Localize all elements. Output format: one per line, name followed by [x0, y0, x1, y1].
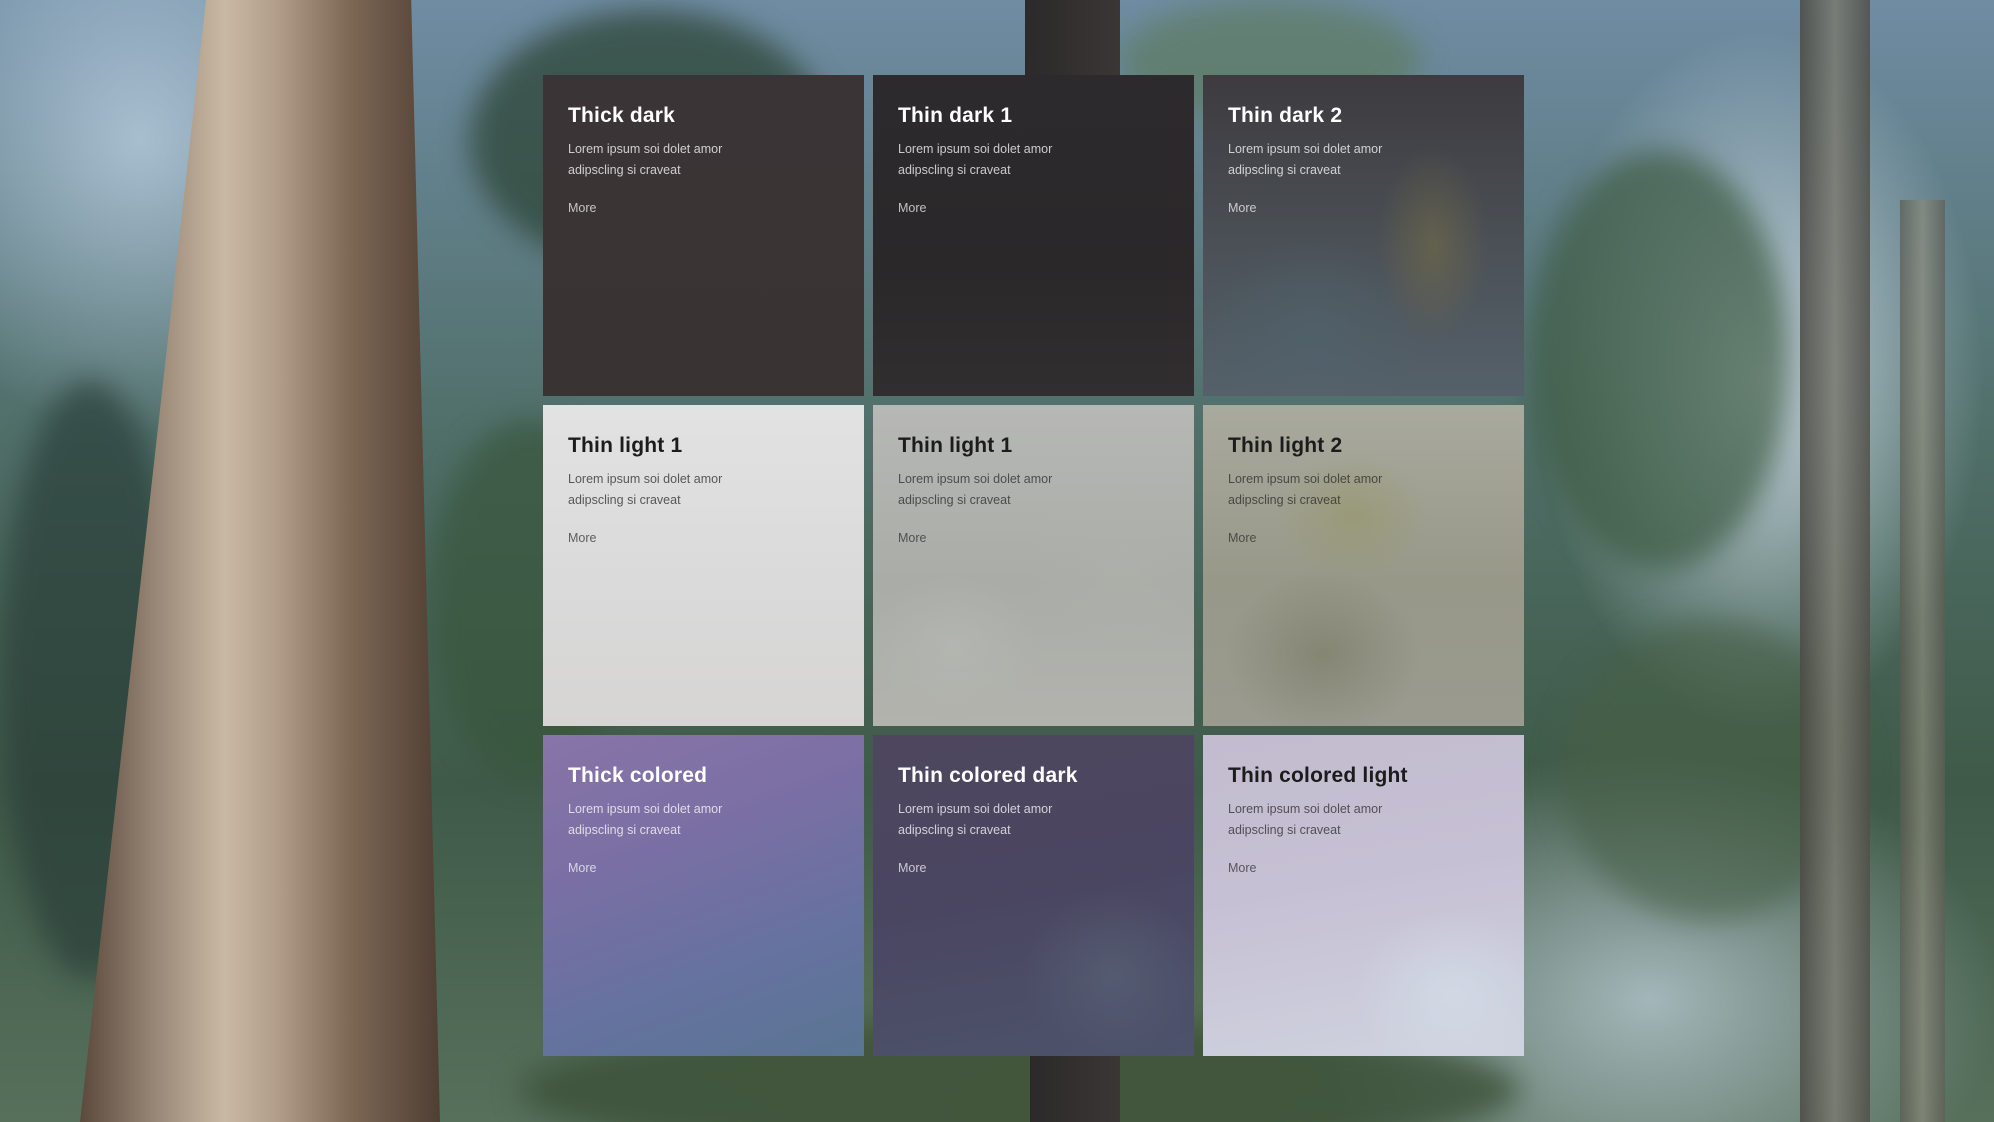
more-link[interactable]: More — [568, 201, 596, 215]
tile-title: Thin dark 2 — [1228, 104, 1343, 127]
foliage-decor — [1530, 150, 1790, 570]
tile-body: Lorem ipsum soi dolet amor adipscling si… — [1228, 142, 1383, 177]
tile-thin-dark-1: Thin dark 1 Lorem ipsum soi dolet amor a… — [873, 75, 1194, 396]
tile-title: Thin light 1 — [898, 434, 1013, 457]
tile-thin-light-1: Thin light 1 Lorem ipsum soi dolet amor … — [543, 405, 864, 726]
more-link[interactable]: More — [1228, 531, 1256, 545]
more-link[interactable]: More — [898, 861, 926, 875]
more-link[interactable]: More — [568, 531, 596, 545]
more-link[interactable]: More — [568, 861, 596, 875]
tile-body: Lorem ipsum soi dolet amor adipscling si… — [568, 472, 723, 507]
tile-thick-dark: Thick dark Lorem ipsum soi dolet amor ad… — [543, 75, 864, 396]
tile-body: Lorem ipsum soi dolet amor adipscling si… — [898, 472, 1053, 507]
tile-body: Lorem ipsum soi dolet amor adipscling si… — [898, 802, 1053, 837]
material-tiles-grid: Thick dark Lorem ipsum soi dolet amor ad… — [543, 75, 1524, 1056]
tile-title: Thin colored dark — [898, 764, 1078, 787]
tile-title: Thin light 1 — [568, 434, 683, 457]
tree-trunk — [1025, 0, 1120, 80]
tile-thin-light-2: Thin light 2 Lorem ipsum soi dolet amor … — [1203, 405, 1524, 726]
tree-trunk — [1030, 1050, 1120, 1122]
tile-thick-colored: Thick colored Lorem ipsum soi dolet amor… — [543, 735, 864, 1056]
more-link[interactable]: More — [898, 531, 926, 545]
forest-background: Thick dark Lorem ipsum soi dolet amor ad… — [0, 0, 1994, 1122]
tile-body: Lorem ipsum soi dolet amor adipscling si… — [568, 802, 723, 837]
more-link[interactable]: More — [898, 201, 926, 215]
tile-body: Lorem ipsum soi dolet amor adipscling si… — [1228, 472, 1383, 507]
more-link[interactable]: More — [1228, 201, 1256, 215]
tile-title: Thick dark — [568, 104, 676, 127]
tile-body: Lorem ipsum soi dolet amor adipscling si… — [568, 142, 723, 177]
tree-trunk — [1900, 200, 1945, 1122]
tile-body: Lorem ipsum soi dolet amor adipscling si… — [898, 142, 1053, 177]
tile-title: Thin light 2 — [1228, 434, 1343, 457]
tree-trunk — [1800, 0, 1870, 1122]
tile-body: Lorem ipsum soi dolet amor adipscling si… — [1228, 802, 1383, 837]
tile-thin-colored-light: Thin colored light Lorem ipsum soi dolet… — [1203, 735, 1524, 1056]
tile-title: Thin colored light — [1228, 764, 1408, 787]
tile-title: Thick colored — [568, 764, 708, 787]
tile-thin-light-1-translucent: Thin light 1 Lorem ipsum soi dolet amor … — [873, 405, 1194, 726]
tile-thin-colored-dark: Thin colored dark Lorem ipsum soi dolet … — [873, 735, 1194, 1056]
tile-title: Thin dark 1 — [898, 104, 1013, 127]
tile-thin-dark-2: Thin dark 2 Lorem ipsum soi dolet amor a… — [1203, 75, 1524, 396]
more-link[interactable]: More — [1228, 861, 1256, 875]
